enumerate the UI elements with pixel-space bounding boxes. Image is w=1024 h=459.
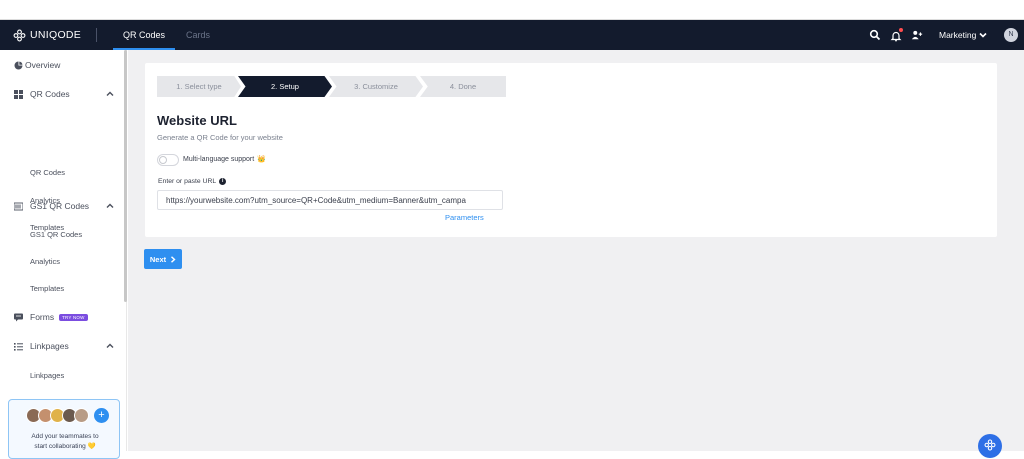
sidebar-item-linkpages[interactable]: Linkpages: [0, 336, 124, 356]
sidebar-item-label: GS1 QR Codes: [30, 201, 90, 211]
list-icon: [14, 342, 23, 351]
browser-top-strip: [0, 0, 1024, 20]
user-avatar[interactable]: N: [1004, 28, 1018, 42]
invite-teammates-text: Add your teammates to start collaboratin…: [9, 432, 121, 452]
invite-teammates-card[interactable]: + Add your teammates to start collaborat…: [8, 399, 120, 459]
forms-label: Forms: [30, 312, 55, 322]
teammate-avatars: [26, 408, 89, 423]
brand-name: UNIQODE: [30, 29, 82, 41]
notification-dot: [899, 28, 903, 32]
step-customize: 3. Customize: [329, 76, 423, 97]
stepper: 1. Select type 2. Setup 3. Customize 4. …: [157, 76, 506, 97]
step-done: 4. Done: [420, 76, 506, 97]
step-setup: 2. Setup: [238, 76, 332, 97]
teammate-avatar: [74, 408, 89, 423]
chevron-up-icon: [106, 91, 114, 96]
step-select-type[interactable]: 1. Select type: [157, 76, 241, 97]
add-teammate-button[interactable]: +: [94, 408, 109, 423]
tab-qr-codes[interactable]: QR Codes: [113, 20, 175, 50]
chevron-right-icon: [171, 255, 176, 263]
next-button[interactable]: Next: [144, 249, 182, 269]
barcode-icon: [14, 202, 23, 210]
sidebar-item-label-forms: Forms TRY NOW: [30, 312, 88, 322]
chevron-up-icon: [106, 343, 114, 348]
next-button-label: Next: [149, 254, 167, 264]
toggle-knob: [159, 156, 167, 164]
multi-language-label: Multi-language support 👑: [183, 155, 266, 164]
sidebar-item-gs1-qr-codes[interactable]: GS1 QR Codes: [0, 196, 124, 216]
top-navigation-bar: UNIQODE QR Codes Cards Marketing N: [0, 20, 1024, 50]
sidebar-item-qr-codes[interactable]: QR Codes: [0, 84, 124, 104]
info-icon[interactable]: i: [219, 178, 227, 185]
tab-cards[interactable]: Cards: [186, 20, 210, 50]
workspace-selector[interactable]: Marketing: [939, 20, 987, 50]
uniqode-logo[interactable]: UNIQODE: [13, 20, 81, 50]
search-button[interactable]: [869, 20, 881, 50]
sidebar-subitem-gs1-qr-codes[interactable]: GS1 QR Codes: [30, 230, 82, 239]
url-input[interactable]: [157, 190, 503, 210]
sidebar-item-label: Linkpages: [30, 341, 69, 351]
sidebar-subitem-gs1-templates[interactable]: Templates: [30, 284, 64, 293]
parameters-link[interactable]: Parameters: [445, 213, 484, 222]
sidebar: Overview QR Codes QR Codes Analytics Tem…: [0, 50, 127, 451]
sidebar-item-label: Overview: [25, 60, 61, 70]
sidebar-subitem-gs1-analytics[interactable]: Analytics: [30, 257, 60, 266]
try-now-badge: TRY NOW: [59, 314, 88, 322]
sidebar-subitem-qr-codes[interactable]: QR Codes: [30, 168, 65, 177]
notifications-button[interactable]: [890, 20, 903, 50]
url-label-text: Enter or paste URL: [158, 178, 217, 185]
sidebar-item-overview[interactable]: Overview: [0, 55, 124, 75]
sidebar-scrollbar[interactable]: [124, 50, 127, 302]
help-chat-button[interactable]: [978, 434, 1002, 458]
multi-language-toggle[interactable]: [157, 154, 179, 166]
crown-icon: 👑: [257, 156, 266, 163]
invite-text-line1: Add your teammates to: [31, 433, 99, 440]
uniqode-chat-icon: [984, 439, 996, 451]
url-field-label: Enter or paste URL i: [158, 178, 227, 185]
grid-icon: [14, 89, 23, 99]
invite-user-button[interactable]: [911, 20, 923, 50]
search-icon: [869, 29, 881, 41]
sidebar-subitem-linkpages[interactable]: Linkpages: [30, 371, 64, 380]
pie-chart-icon: [14, 61, 23, 69]
chevron-up-icon: [106, 203, 114, 208]
workspace-name: Marketing: [939, 30, 977, 40]
sidebar-item-forms[interactable]: Forms TRY NOW: [0, 307, 124, 327]
add-user-icon: [911, 30, 923, 40]
sidebar-item-label: QR Codes: [30, 89, 70, 99]
toggle-label-text: Multi-language support: [183, 155, 255, 163]
nav-divider: [96, 28, 97, 42]
chevron-down-icon: [979, 32, 987, 38]
page-subtitle: Generate a QR Code for your website: [157, 133, 283, 142]
page-title: Website URL: [157, 113, 237, 128]
form-icon: [14, 313, 23, 321]
uniqode-logo-icon: [13, 29, 26, 41]
